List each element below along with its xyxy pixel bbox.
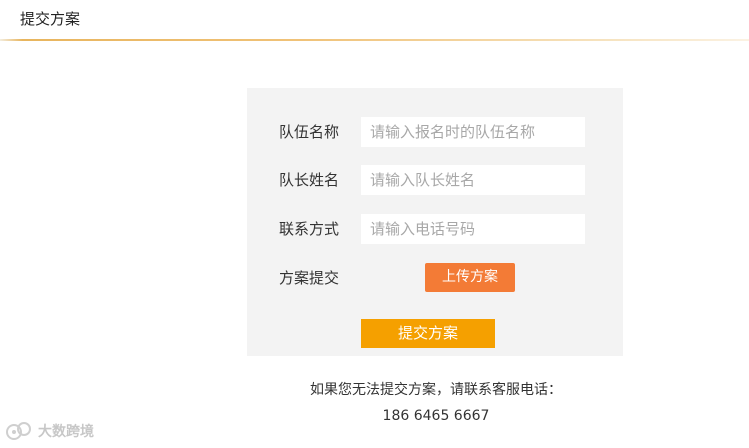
contact-label: 联系方式 — [279, 220, 340, 238]
contact-phone-input[interactable] — [361, 214, 585, 244]
team-name-label: 队伍名称 — [279, 123, 340, 141]
support-phone: 186 6465 6667 — [382, 408, 490, 424]
header-divider — [0, 39, 749, 41]
page-header: 提交方案 — [0, 0, 749, 41]
captain-name-label: 队长姓名 — [279, 171, 340, 189]
submission-form: 队伍名称 队长姓名 联系方式 方案提交 上传方案 提交方案 — [247, 88, 623, 356]
submit-plan-button[interactable]: 提交方案 — [361, 319, 495, 348]
captain-name-input[interactable] — [361, 165, 585, 195]
watermark: 大数跨境 — [4, 420, 94, 442]
page-title: 提交方案 — [20, 10, 81, 28]
team-name-input[interactable] — [361, 117, 585, 147]
plan-submit-label: 方案提交 — [279, 269, 340, 287]
help-message: 如果您无法提交方案，请联系客服电话： — [310, 382, 562, 398]
watermark-text: 大数跨境 — [38, 424, 94, 440]
watermark-logo-icon — [6, 422, 31, 440]
upload-plan-button[interactable]: 上传方案 — [425, 263, 515, 292]
